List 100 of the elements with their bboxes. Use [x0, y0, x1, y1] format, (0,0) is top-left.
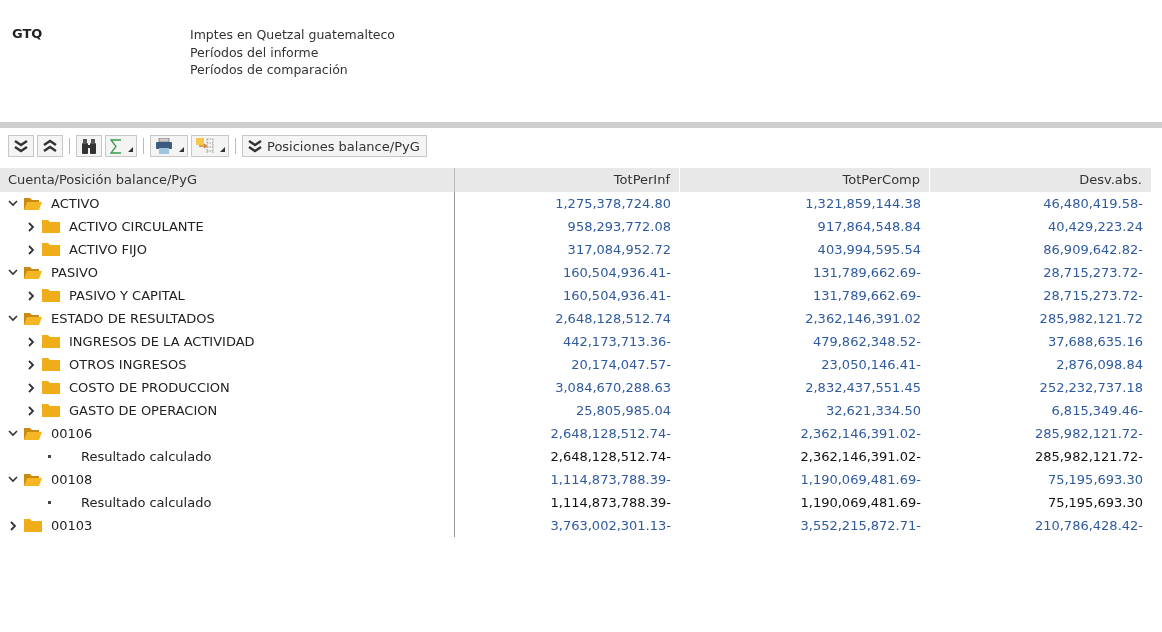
amount-cell-text: 317,084,952.72 [566, 241, 672, 259]
amount-cell-text: 479,862,348.52- [811, 333, 922, 351]
amount-cell-text: 1,321,859,144.38 [804, 195, 922, 213]
tree-node-label[interactable]: ESTADO DE RESULTADOS [51, 307, 215, 330]
bullet-icon [48, 501, 51, 504]
printer-icon [155, 138, 173, 154]
open-folder-icon [24, 473, 42, 486]
tree-node-label[interactable]: 00103 [51, 514, 93, 537]
amount-cell-text: 23,050,146.41- [820, 356, 922, 374]
dropdown-icon [179, 147, 184, 152]
dropdown-icon [220, 147, 225, 152]
amount-cell-text: 2,648,128,512.74- [549, 425, 672, 443]
amount-cell-text: 285,982,121.72- [1033, 425, 1144, 443]
tree-node-label[interactable]: INGRESOS DE LA ACTIVIDAD [69, 330, 255, 353]
amount-cell-text: 2,362,146,391.02- [799, 448, 922, 466]
amount-cell-text: 2,648,128,512.74 [554, 310, 672, 328]
tree-node-label[interactable]: PASIVO Y CAPITAL [69, 284, 185, 307]
amount-cell-text: 2,876,098.84 [1055, 356, 1144, 374]
tree-node-label[interactable]: 00108 [51, 468, 93, 491]
amount-cell-text: 3,763,002,301.13- [549, 517, 672, 535]
currency-code: GTQ [12, 26, 44, 43]
amount-cell-text: 160,504,936.41- [561, 287, 672, 305]
amount-cell-text: 131,789,662.69- [811, 287, 922, 305]
folder-icon [42, 335, 60, 348]
tree-node-label[interactable]: ACTIVO CIRCULANTE [69, 215, 204, 238]
amount-cell-text: 285,982,121.72- [1033, 448, 1144, 466]
amount-cell-text: 25,805,985.04 [574, 402, 672, 420]
folder-icon [42, 358, 60, 371]
amount-cell-text: 1,190,069,481.69- [799, 494, 922, 512]
double-chevron-down-icon [13, 139, 29, 153]
amount-cell-text: 210,786,428.42- [1033, 517, 1144, 535]
column-header[interactable]: TotPerComp [680, 168, 930, 192]
amount-cell-text: 28,715,273.72- [1042, 264, 1144, 282]
amount-cell-text: 252,232,737.18 [1038, 379, 1144, 397]
sigma-icon [110, 138, 122, 154]
amount-cell-text: 20,174,047.57- [570, 356, 672, 374]
folder-icon [42, 381, 60, 394]
find-button[interactable] [76, 135, 102, 157]
tree-node-label[interactable]: COSTO DE PRODUCCION [69, 376, 230, 399]
folder-icon [42, 243, 60, 256]
amount-cell-text: 6,815,349.46- [1050, 402, 1144, 420]
open-folder-icon [24, 197, 42, 210]
export-icon [196, 138, 214, 154]
folder-icon [42, 289, 60, 302]
amount-cell-text: 28,715,273.72- [1042, 287, 1144, 305]
column-header[interactable]: TotPerInf [455, 168, 680, 192]
header-line: Imptes en Quetzal guatemalteco [190, 26, 395, 44]
print-button[interactable] [150, 135, 188, 157]
tree-node-label[interactable]: ACTIVO FIJO [69, 238, 147, 261]
open-folder-icon [24, 266, 42, 279]
hierarchy-label: Posiciones balance/PyG [267, 138, 420, 154]
amount-cell-text: 86,909,642.82- [1042, 241, 1144, 259]
expand-button[interactable] [8, 135, 34, 157]
amount-cell-text: 37,688,635.16 [1046, 333, 1144, 351]
amount-cell-text: 131,789,662.69- [811, 264, 922, 282]
open-folder-icon [24, 312, 42, 325]
amount-cell-text: 1,114,873,788.39- [549, 494, 672, 512]
amount-cell-text: 160,504,936.41- [561, 264, 672, 282]
export-button[interactable] [191, 135, 229, 157]
bullet-icon [48, 455, 51, 458]
amount-cell-text: 40,429,223.24 [1046, 218, 1144, 236]
column-header[interactable]: Cuenta/Posición balance/PyG [0, 168, 455, 192]
tree-node-label[interactable]: Resultado calculado [81, 491, 212, 514]
double-chevron-down-icon [247, 139, 263, 153]
tree-node-label[interactable]: ACTIVO [51, 192, 100, 215]
column-header[interactable]: Desv.abs. [930, 168, 1152, 192]
amount-cell-text: 46,480,419.58- [1042, 195, 1144, 213]
tree-node-label[interactable]: Resultado calculado [81, 445, 212, 468]
dropdown-icon [128, 147, 133, 152]
tree-node-label[interactable]: PASIVO [51, 261, 98, 284]
amount-cell-text: 2,648,128,512.74- [549, 448, 672, 466]
tree-node-label[interactable]: OTROS INGRESOS [69, 353, 187, 376]
hierarchy-button[interactable]: Posiciones balance/PyG [242, 135, 427, 157]
header-line: Períodos de comparación [190, 61, 349, 79]
amount-cell-text: 32,621,334.50 [824, 402, 922, 420]
amount-cell-text: 958,293,772.08 [566, 218, 672, 236]
collapse-button[interactable] [37, 135, 63, 157]
amount-cell-text: 3,084,670,288.63 [554, 379, 672, 397]
amount-cell-text: 3,552,215,872.71- [799, 517, 922, 535]
folder-icon [42, 404, 60, 417]
binoculars-icon [81, 138, 97, 154]
open-folder-icon [24, 427, 42, 440]
amount-cell-text: 2,832,437,551.45 [804, 379, 922, 397]
amount-cell-text: 75,195,693.30 [1046, 471, 1144, 489]
amount-cell-text: 2,362,146,391.02- [799, 425, 922, 443]
amount-cell-text: 285,982,121.72 [1038, 310, 1144, 328]
amount-cell-text: 403,994,595.54 [816, 241, 922, 259]
amount-cell-text: 2,362,146,391.02 [804, 310, 922, 328]
amount-cell-text: 1,114,873,788.39- [549, 471, 672, 489]
amount-cell-text: 917,864,548.84 [816, 218, 922, 236]
tree-node-label[interactable]: GASTO DE OPERACION [69, 399, 218, 422]
folder-icon [42, 220, 60, 233]
amount-cell-text: 75,195,693.30 [1046, 494, 1144, 512]
amount-cell-text: 1,190,069,481.69- [799, 471, 922, 489]
tree-node-label[interactable]: 00106 [51, 422, 93, 445]
folder-icon [24, 519, 42, 532]
amount-cell-text: 1,275,378,724.80 [554, 195, 672, 213]
amount-cell-text: 442,173,713.36- [561, 333, 672, 351]
double-chevron-up-icon [42, 139, 58, 153]
header-line: Períodos del informe [190, 43, 320, 61]
